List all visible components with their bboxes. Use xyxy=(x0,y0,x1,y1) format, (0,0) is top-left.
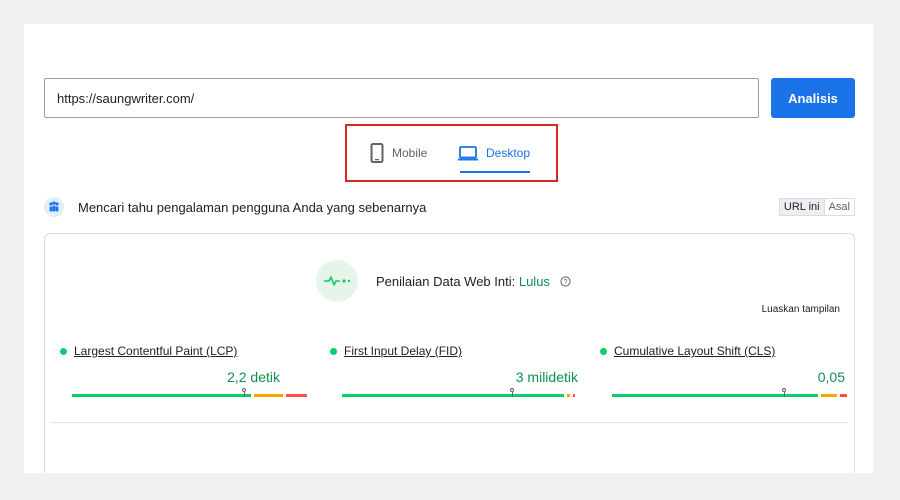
tab-mobile[interactable]: Mobile xyxy=(370,140,427,166)
good-status-dot xyxy=(60,347,67,355)
metric-lcp-link[interactable]: Largest Contentful Paint (LCP) xyxy=(60,344,237,358)
metric-cls-name: Cumulative Layout Shift (CLS) xyxy=(614,344,776,358)
distribution-good xyxy=(342,394,565,397)
info-icon[interactable]: ? xyxy=(559,275,571,290)
percentile-marker xyxy=(781,388,786,397)
cwv-assessment: Penilaian Data Web Inti: Lulus ? xyxy=(376,274,571,290)
good-status-dot xyxy=(330,347,337,355)
metric-cls: Cumulative Layout Shift (CLS) 0,05 xyxy=(600,342,850,402)
distribution-needs-improvement xyxy=(253,394,284,397)
distribution-needs-improvement xyxy=(821,394,838,397)
metric-lcp-distribution xyxy=(72,388,307,397)
field-data-header: Mencari tahu pengalaman pengguna Anda ya… xyxy=(44,196,855,220)
toggle-origin[interactable]: Asal xyxy=(825,199,854,215)
distribution-poor xyxy=(840,394,847,397)
tab-mobile-label: Mobile xyxy=(392,146,428,160)
svg-text:?: ? xyxy=(563,279,567,286)
metric-fid-distribution xyxy=(342,388,575,397)
assessment-status: Lulus xyxy=(518,274,550,289)
percentile-marker xyxy=(241,388,246,397)
metric-fid: First Input Delay (FID) 3 milidetik xyxy=(330,342,580,402)
field-data-heading: Mencari tahu pengalaman pengguna Anda ya… xyxy=(78,200,427,215)
assessment-label: Penilaian Data Web Inti: xyxy=(376,274,519,289)
url-input[interactable] xyxy=(44,78,759,118)
tab-desktop[interactable]: Desktop xyxy=(458,140,530,166)
url-origin-toggle[interactable]: URL ini Asal xyxy=(778,198,855,216)
distribution-good xyxy=(72,394,251,397)
metric-cls-value: 0,05 xyxy=(817,369,845,385)
metric-lcp-value: 2,2 detik xyxy=(227,369,280,385)
people-icon xyxy=(44,197,64,217)
metric-lcp-name: Largest Contentful Paint (LCP) xyxy=(74,344,238,358)
pulse-icon xyxy=(316,260,358,302)
metric-cls-distribution xyxy=(612,388,847,397)
mobile-phone-icon xyxy=(370,143,384,163)
distribution-good xyxy=(612,394,819,397)
good-status-dot xyxy=(600,347,607,355)
percentile-marker xyxy=(510,388,515,397)
analyze-button[interactable]: Analisis xyxy=(771,78,855,118)
card-divider xyxy=(51,422,848,423)
laptop-icon xyxy=(458,145,478,160)
metric-fid-link[interactable]: First Input Delay (FID) xyxy=(330,344,462,358)
active-tab-indicator xyxy=(460,171,530,173)
toggle-this-url[interactable]: URL ini xyxy=(779,199,825,215)
metric-fid-name: First Input Delay (FID) xyxy=(344,344,463,358)
distribution-needs-improvement xyxy=(567,394,570,397)
metric-cls-link[interactable]: Cumulative Layout Shift (CLS) xyxy=(600,344,775,358)
metric-fid-value: 3 milidetik xyxy=(515,369,578,385)
metric-lcp: Largest Contentful Paint (LCP) 2,2 detik xyxy=(60,342,310,402)
expand-view-link[interactable]: Luaskan tampilan xyxy=(762,304,840,315)
core-web-vitals-card: Penilaian Data Web Inti: Lulus ? Luaskan… xyxy=(44,233,855,473)
distribution-poor xyxy=(286,394,307,397)
tab-desktop-label: Desktop xyxy=(486,146,531,160)
main-panel: Analisis Mobile Desktop Mencari tahu xyxy=(24,24,873,473)
distribution-poor xyxy=(572,394,575,397)
